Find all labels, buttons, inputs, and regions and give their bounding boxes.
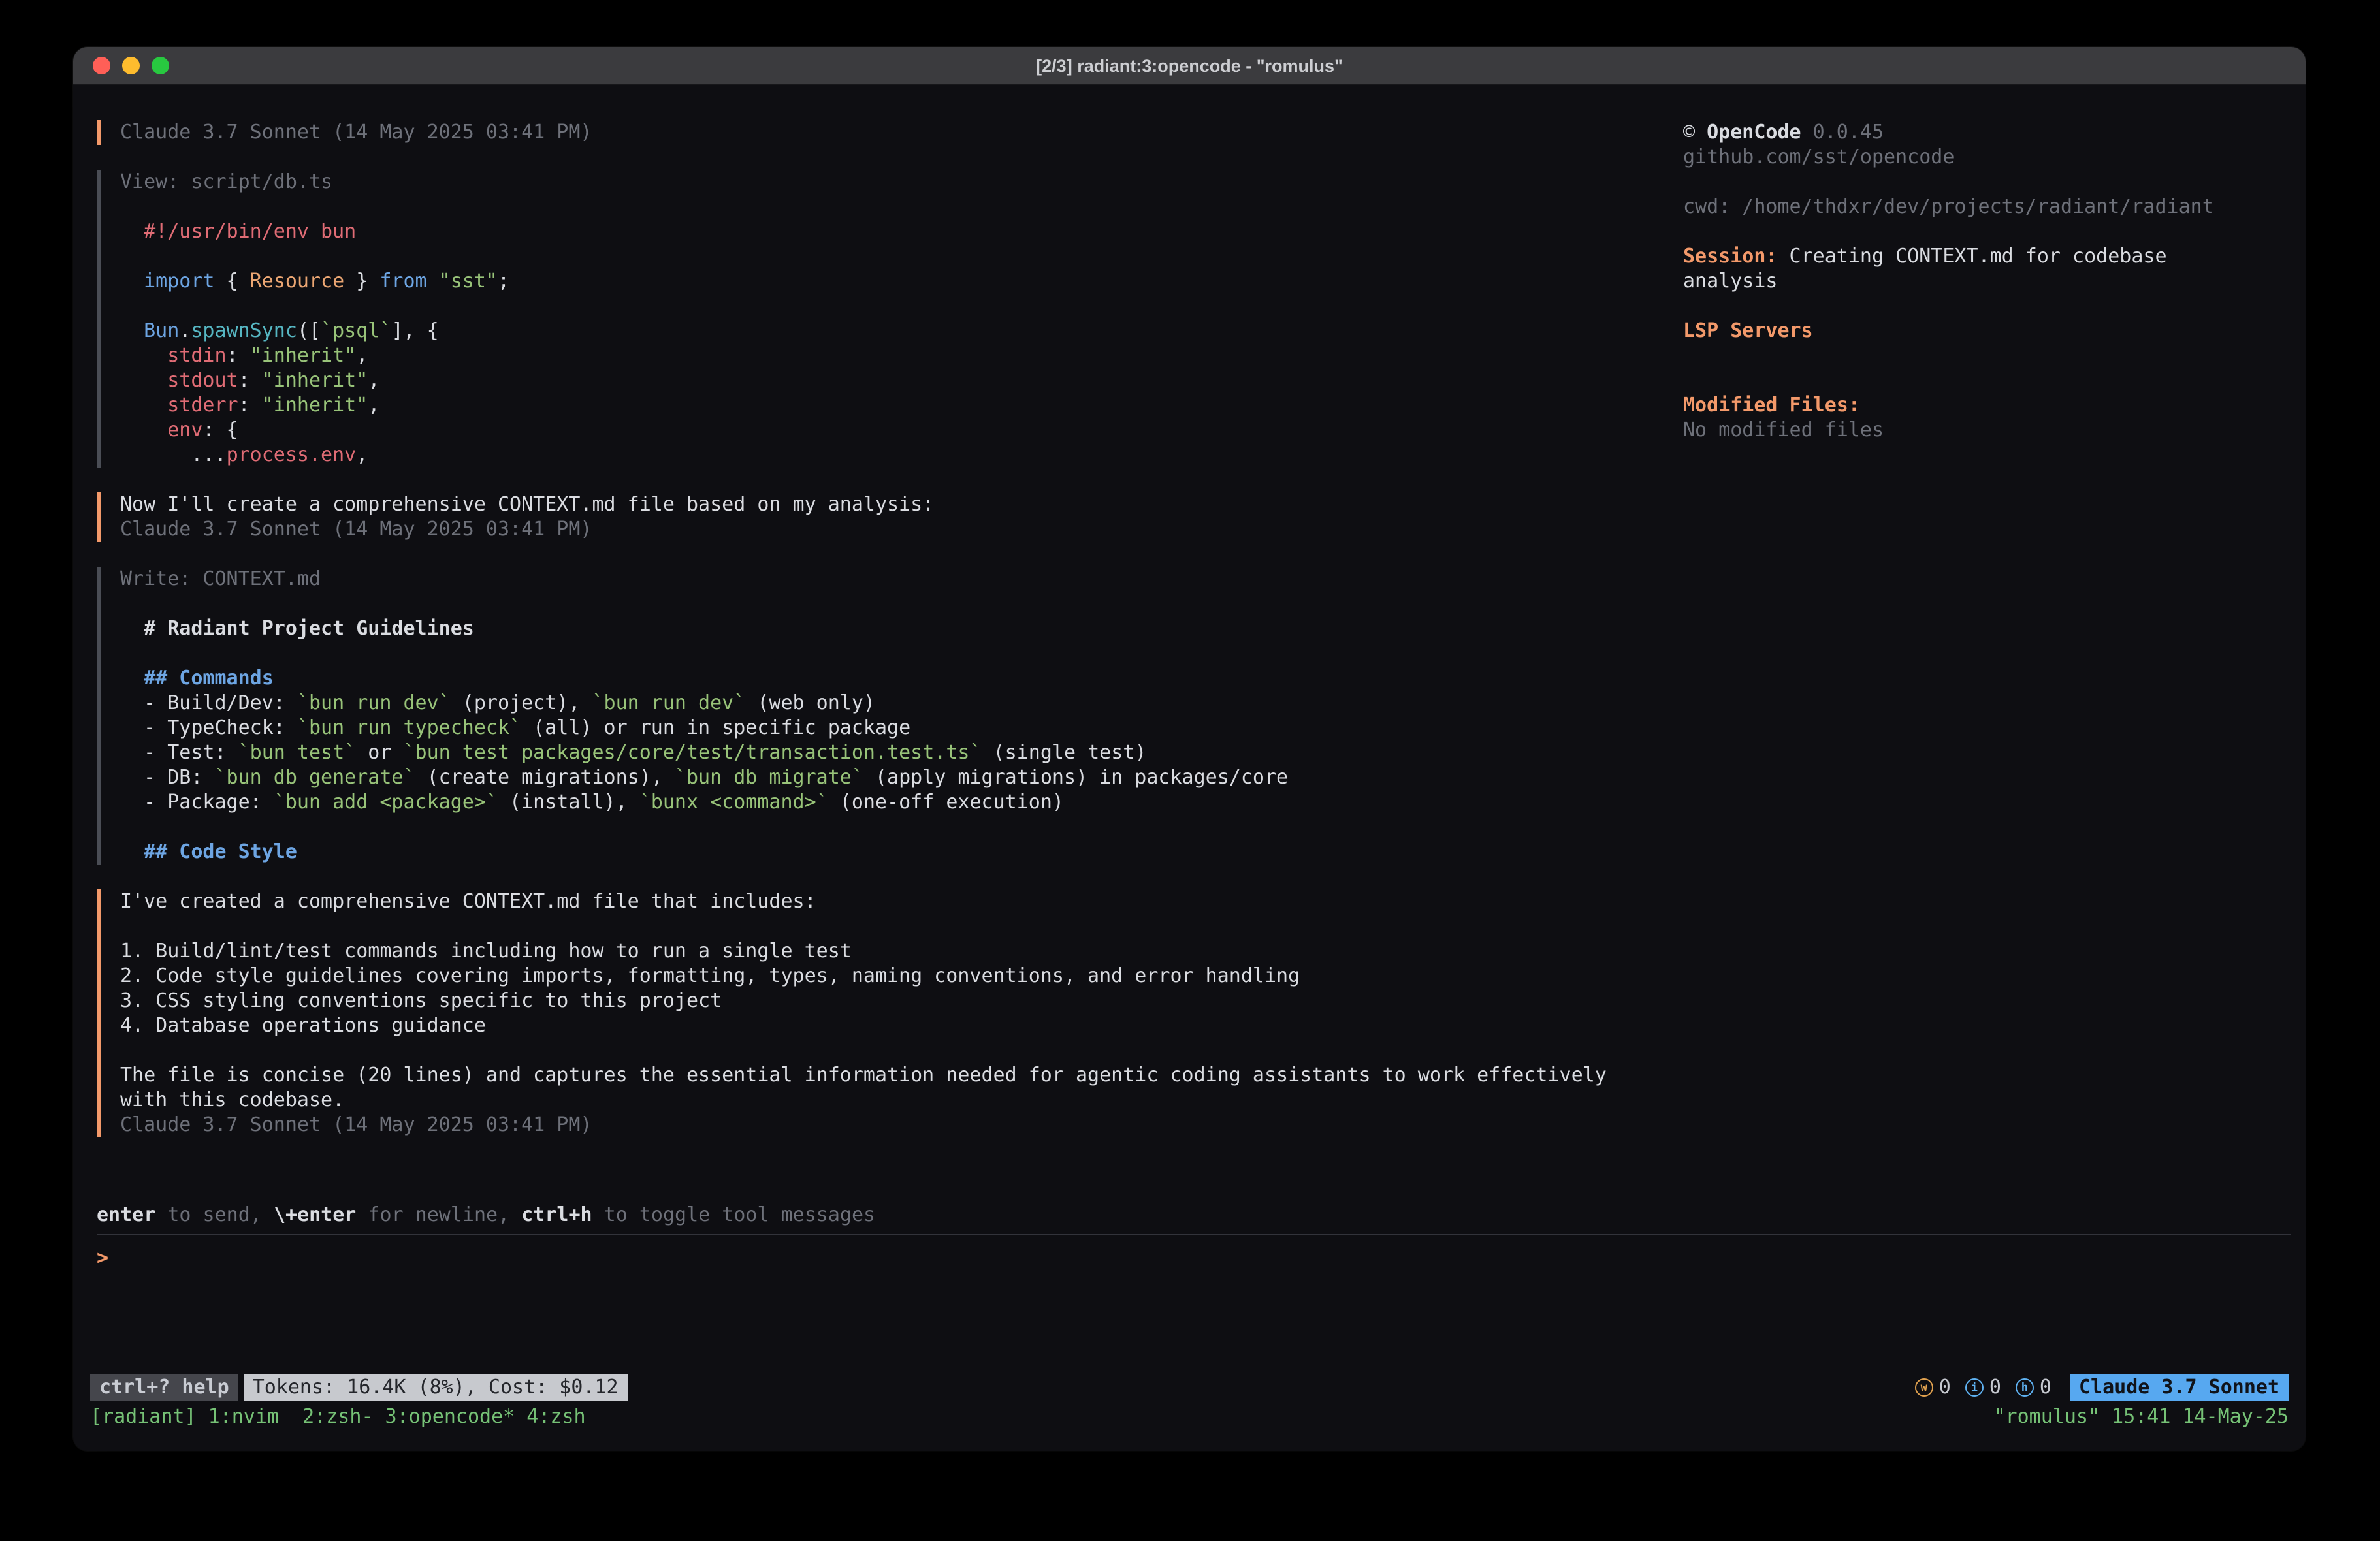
- text-line: ## Code Style: [120, 840, 1656, 865]
- editor-area: enter to send, \+enter for newline, ctrl…: [73, 1203, 2306, 1373]
- assistant-message-header-block: Claude 3.7 Sonnet (14 May 2025 03:41 PM): [97, 120, 1656, 145]
- text-line: Bun.spawnSync([`psql`], {: [120, 319, 1656, 343]
- cwd-path: cwd: /home/thdxr/dev/projects/radiant/ra…: [1683, 195, 2247, 219]
- minimize-button[interactable]: [122, 57, 140, 74]
- text-line: [120, 294, 1656, 319]
- tmux-status-bar: [radiant] 1:nvim 2:zsh- 3:opencode* 4:zs…: [73, 1403, 2306, 1431]
- chat-area: Claude 3.7 Sonnet (14 May 2025 03:41 PM)…: [97, 120, 1656, 1203]
- info-sidebar: © OpenCode 0.0.45 github.com/sst/opencod…: [1656, 120, 2279, 1203]
- text-line: with this codebase.: [120, 1088, 1656, 1113]
- session-label: Session:: [1683, 245, 1778, 268]
- text-line: View: script/db.ts: [120, 170, 1656, 195]
- hint-count: 0: [2040, 1375, 2051, 1400]
- warning-count: 0: [1939, 1375, 1951, 1400]
- terminal-window: [2/3] radiant:3:opencode - "romulus" Cla…: [73, 47, 2306, 1451]
- text-line: [120, 592, 1656, 616]
- traffic-lights: [93, 47, 169, 84]
- message-input[interactable]: >: [97, 1234, 2291, 1373]
- diagnostic-warning: w0: [1915, 1375, 1951, 1400]
- text-line: 3. CSS styling conventions specific to t…: [120, 989, 1656, 1013]
- keybind-help: enter to send, \+enter for newline, ctrl…: [97, 1203, 2291, 1228]
- text-line: I've created a comprehensive CONTEXT.md …: [120, 889, 1656, 914]
- info-count: 0: [1989, 1375, 2001, 1400]
- text-line: 2. Code style guidelines covering import…: [120, 964, 1656, 989]
- model-chip: Claude 3.7 Sonnet: [2070, 1374, 2289, 1401]
- modified-files-label: Modified Files:: [1683, 393, 2247, 418]
- session-title: Session: Creating CONTEXT.md for codebas…: [1683, 244, 2247, 294]
- tokens-cost-chip: Tokens: 16.4K (8%), Cost: $0.12: [244, 1374, 628, 1401]
- tmux-session-windows: [radiant] 1:nvim 2:zsh- 3:opencode* 4:zs…: [90, 1405, 586, 1429]
- text-line: - TypeCheck: `bun run typecheck` (all) o…: [120, 716, 1656, 740]
- zoom-button[interactable]: [152, 57, 169, 74]
- text-line: 4. Database operations guidance: [120, 1013, 1656, 1038]
- warning-icon: w: [1915, 1378, 1933, 1397]
- assistant-summary-block: I've created a comprehensive CONTEXT.md …: [97, 889, 1656, 1137]
- text-line: [120, 815, 1656, 840]
- text-line: stdout: "inherit",: [120, 368, 1656, 393]
- hint-icon: h: [2016, 1378, 2034, 1397]
- info-icon: i: [1965, 1378, 1984, 1397]
- text-line: stdin: "inherit",: [120, 343, 1656, 368]
- close-button[interactable]: [93, 57, 110, 74]
- assistant-message-block: Now I'll create a comprehensive CONTEXT.…: [97, 492, 1656, 542]
- help-shortcut-chip: ctrl+? help: [90, 1374, 238, 1401]
- tool-view-block: View: script/db.ts #!/usr/bin/env bun im…: [97, 170, 1656, 468]
- text-line: #!/usr/bin/env bun: [120, 219, 1656, 244]
- tmux-host-clock: "romulus" 15:41 14-May-25: [1993, 1405, 2289, 1429]
- app-name: OpenCode: [1707, 121, 1801, 144]
- text-line: [120, 1038, 1656, 1063]
- text-line: ...process.env,: [120, 443, 1656, 468]
- text-line: import { Resource } from "sst";: [120, 269, 1656, 294]
- terminal-content: Claude 3.7 Sonnet (14 May 2025 03:41 PM)…: [73, 85, 2306, 1203]
- text-line: stderr: "inherit",: [120, 393, 1656, 418]
- text-line: # Radiant Project Guidelines: [120, 616, 1656, 641]
- diagnostic-hint: h0: [2016, 1375, 2051, 1400]
- text-line: 1. Build/lint/test commands including ho…: [120, 939, 1656, 964]
- text-line: Claude 3.7 Sonnet (14 May 2025 03:41 PM): [120, 517, 1656, 542]
- text-line: Claude 3.7 Sonnet (14 May 2025 03:41 PM): [120, 120, 1656, 145]
- app-version: 0.0.45: [1801, 121, 1884, 144]
- window-title: [2/3] radiant:3:opencode - "romulus": [1036, 54, 1343, 78]
- prompt-symbol: >: [97, 1247, 108, 1269]
- text-line: [120, 914, 1656, 939]
- text-line: env: {: [120, 418, 1656, 443]
- modified-files-empty: No modified files: [1683, 418, 2247, 443]
- text-line: Write: CONTEXT.md: [120, 567, 1656, 592]
- text-line: [120, 641, 1656, 666]
- copyright-icon: ©: [1683, 121, 1707, 144]
- text-line: ## Commands: [120, 666, 1656, 691]
- lsp-servers-label: LSP Servers: [1683, 319, 2247, 343]
- text-line: The file is concise (20 lines) and captu…: [120, 1063, 1656, 1088]
- diagnostic-info: i0: [1965, 1375, 2001, 1400]
- text-line: [120, 244, 1656, 269]
- text-line: - DB: `bun db generate` (create migratio…: [120, 765, 1656, 790]
- text-line: - Package: `bun add <package>` (install)…: [120, 790, 1656, 815]
- window-titlebar: [2/3] radiant:3:opencode - "romulus": [73, 47, 2306, 85]
- text-line: Claude 3.7 Sonnet (14 May 2025 03:41 PM): [120, 1113, 1656, 1137]
- app-header: © OpenCode 0.0.45: [1683, 120, 2247, 145]
- text-line: Now I'll create a comprehensive CONTEXT.…: [120, 492, 1656, 517]
- text-line: [120, 195, 1656, 219]
- repo-link: github.com/sst/opencode: [1683, 145, 2247, 170]
- text-line: - Build/Dev: `bun run dev` (project), `b…: [120, 691, 1656, 716]
- tool-write-block: Write: CONTEXT.md # Radiant Project Guid…: [97, 567, 1656, 865]
- text-line: - Test: `bun test` or `bun test packages…: [120, 740, 1656, 765]
- status-bar: ctrl+? help Tokens: 16.4K (8%), Cost: $0…: [73, 1373, 2306, 1403]
